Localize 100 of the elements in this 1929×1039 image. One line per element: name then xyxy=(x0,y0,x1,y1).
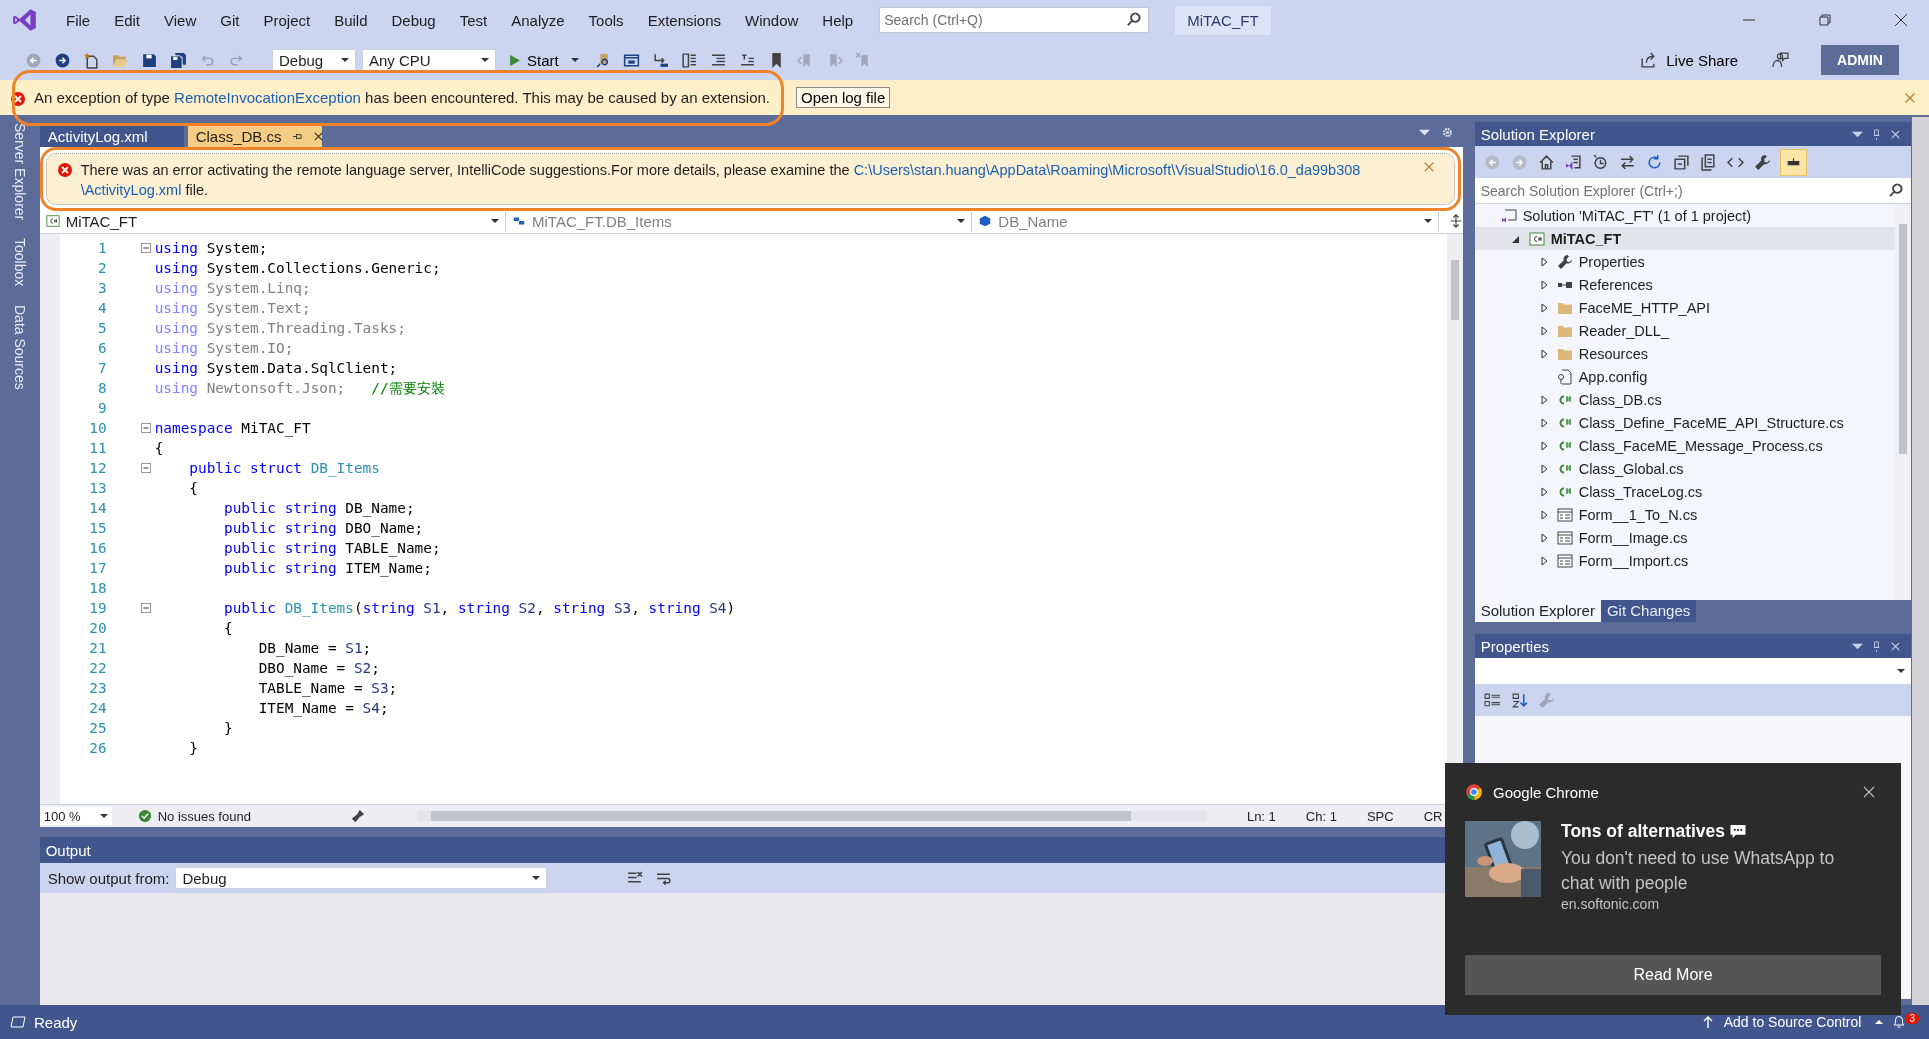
switch-views-icon[interactable] xyxy=(1564,153,1582,171)
browser-icon[interactable] xyxy=(622,51,640,69)
side-tab[interactable]: Server Explorer xyxy=(11,123,28,221)
log-path-link[interactable]: C:\Users\stan.huang\AppData\Roaming\Microsoft\VisualStudio\16.0_da99b308 xyxy=(853,162,1361,178)
account-button[interactable]: ADMIN xyxy=(1821,45,1899,75)
sort-icon[interactable] xyxy=(1510,691,1528,709)
side-tab[interactable]: Toolbox xyxy=(11,238,28,287)
whitespace-mode[interactable]: SPC xyxy=(1366,808,1394,824)
menu-item[interactable]: Extensions xyxy=(635,11,733,29)
document-tab[interactable]: Class_DB.cs xyxy=(187,125,322,147)
open-log-button[interactable]: Open log file xyxy=(796,87,891,108)
expand-arrow-icon[interactable] xyxy=(1538,486,1549,497)
zoom-dropdown[interactable]: 100 % xyxy=(39,807,112,825)
expand-arrow-icon[interactable] xyxy=(1538,325,1549,336)
notifications-icon[interactable] xyxy=(1891,1014,1908,1030)
navigation-dropdown[interactable]: MiTAC_FT xyxy=(39,210,506,232)
restore-icon[interactable] xyxy=(1817,12,1833,28)
close-icon[interactable] xyxy=(1863,786,1875,798)
live-share-button[interactable]: Live Share xyxy=(1631,50,1744,70)
side-tab[interactable]: Data Sources xyxy=(11,304,28,390)
menu-item[interactable]: Build xyxy=(322,11,380,29)
scrollbar-thumb[interactable] xyxy=(1899,224,1908,454)
sync-icon[interactable] xyxy=(1618,153,1636,171)
menu-item[interactable]: Edit xyxy=(102,11,153,29)
search-field[interactable]: Search (Ctrl+Q) xyxy=(879,7,1150,33)
configuration-dropdown[interactable]: Debug xyxy=(272,49,356,71)
expand-arrow-icon[interactable] xyxy=(1538,394,1549,405)
collapse-icon[interactable] xyxy=(140,603,151,613)
home-icon[interactable] xyxy=(1537,153,1555,171)
collapse-all-icon[interactable] xyxy=(1672,153,1690,171)
menu-item[interactable]: Debug xyxy=(379,11,448,29)
tree-item[interactable]: Form__Import.cs xyxy=(1474,549,1896,572)
read-more-button[interactable]: Read More xyxy=(1465,955,1881,995)
issues-status[interactable]: No issues found xyxy=(157,808,251,824)
tree-item[interactable]: Form__1_To_N.cs xyxy=(1474,503,1896,526)
menu-item[interactable]: Analyze xyxy=(499,11,577,29)
tree-item[interactable]: Properties xyxy=(1474,250,1896,273)
close-icon[interactable] xyxy=(312,130,324,142)
log-path-link[interactable]: \ActivityLog.xml xyxy=(80,182,182,198)
tree-item[interactable]: Class_FaceME_Message_Process.cs xyxy=(1474,434,1896,457)
expand-arrow-icon[interactable] xyxy=(1538,417,1549,428)
line-ending[interactable]: CR xyxy=(1423,808,1443,824)
scrollbar-thumb[interactable] xyxy=(1450,260,1459,320)
panel-tab[interactable]: Solution Explorer xyxy=(1474,600,1601,622)
expand-arrow-icon[interactable] xyxy=(1538,509,1549,520)
feedback-icon[interactable] xyxy=(1772,51,1789,69)
start-button[interactable]: Start xyxy=(502,51,585,69)
menu-item[interactable]: Window xyxy=(733,11,811,29)
platform-dropdown[interactable]: Any CPU xyxy=(362,49,496,71)
settings-icon[interactable] xyxy=(1441,126,1453,138)
menu-item[interactable]: Test xyxy=(447,11,500,29)
categorized-icon[interactable] xyxy=(1483,691,1501,709)
forward-icon[interactable] xyxy=(54,51,71,69)
horizontal-scrollbar[interactable] xyxy=(416,811,1207,821)
document-tab[interactable]: ActivityLog.xml xyxy=(39,125,184,147)
step-icon[interactable] xyxy=(651,51,669,69)
expand-arrow-icon[interactable] xyxy=(1538,463,1549,474)
tree-item[interactable]: Resources xyxy=(1474,342,1896,365)
tree-item[interactable]: FaceME_HTTP_API xyxy=(1474,296,1896,319)
copy-icon[interactable] xyxy=(1699,153,1717,171)
expand-arrow-icon[interactable] xyxy=(1538,440,1549,451)
exception-link[interactable]: RemoteInvocationException xyxy=(174,89,361,106)
expand-arrow-icon[interactable] xyxy=(1538,302,1549,313)
expand-arrow-icon[interactable] xyxy=(1538,555,1549,566)
menu-item[interactable]: Tools xyxy=(576,11,636,29)
tree-item[interactable]: Form__Image.cs xyxy=(1474,526,1896,549)
outline-icon[interactable] xyxy=(680,51,698,69)
tree-item[interactable]: Class_TraceLog.cs xyxy=(1474,480,1896,503)
new-item-icon[interactable] xyxy=(83,51,100,69)
tree-item[interactable]: Class_Define_FaceME_API_Structure.cs xyxy=(1474,411,1896,434)
close-icon[interactable] xyxy=(1890,128,1902,140)
expand-arrow-icon[interactable] xyxy=(1538,348,1549,359)
collapse-icon[interactable] xyxy=(140,463,151,473)
split-icon[interactable] xyxy=(1448,214,1463,228)
solution-search-field[interactable]: Search Solution Explorer (Ctrl+;) xyxy=(1474,178,1912,204)
tree-item[interactable]: Class_DB.cs xyxy=(1474,388,1896,411)
navigation-dropdown[interactable]: MiTAC_FT.DB_Items xyxy=(506,210,973,232)
menu-item[interactable]: View xyxy=(152,11,209,29)
menu-item[interactable]: Git xyxy=(208,11,252,29)
tree-item[interactable]: References xyxy=(1474,273,1896,296)
tree-item[interactable]: App.config xyxy=(1474,365,1896,388)
expand-arrow-icon[interactable] xyxy=(1538,256,1549,267)
history-icon[interactable] xyxy=(1591,153,1609,171)
tree-item[interactable]: MiTAC_FT xyxy=(1474,227,1896,250)
tree-item[interactable]: Solution 'MiTAC_FT' (1 of 1 project) xyxy=(1474,204,1896,227)
expand-arrow-icon[interactable] xyxy=(1538,532,1549,543)
save-icon[interactable] xyxy=(141,51,158,69)
tree-item[interactable]: Class_Global.cs xyxy=(1474,457,1896,480)
tree-item[interactable]: Reader_DLL_ xyxy=(1474,319,1896,342)
source-control-button[interactable]: Add to Source Control xyxy=(1723,1014,1862,1030)
menu-item[interactable]: Project xyxy=(251,11,323,29)
menu-item[interactable]: Help xyxy=(810,11,866,29)
brush-icon[interactable] xyxy=(350,809,365,823)
refresh-icon[interactable] xyxy=(1645,153,1663,171)
menu-item[interactable]: File xyxy=(54,11,103,29)
panel-tab[interactable]: Git Changes xyxy=(1600,600,1697,622)
output-source-dropdown[interactable]: Debug xyxy=(175,867,548,889)
close-icon[interactable] xyxy=(1890,640,1902,652)
collapse-icon[interactable] xyxy=(140,423,151,433)
preview-toggle-icon[interactable] xyxy=(1780,149,1806,175)
